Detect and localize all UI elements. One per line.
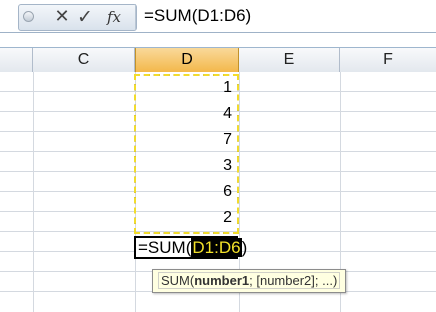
- tooltip-func[interactable]: SUM(: [161, 273, 194, 288]
- formula-bar-buttons: ✕ ✓ fx: [18, 4, 137, 31]
- edit-suffix: ): [241, 238, 248, 257]
- column-header-c[interactable]: C: [33, 48, 135, 72]
- referenced-range-marquee: [134, 74, 239, 234]
- tooltip-rest: ; [number2]; ...): [249, 273, 338, 288]
- select-all-corner[interactable]: [0, 48, 33, 72]
- name-box-toggle-icon[interactable]: [23, 11, 34, 22]
- function-argument-tooltip[interactable]: SUM(number1; [number2]; ...): [152, 269, 347, 293]
- active-cell-editor[interactable]: =SUM(D1:D6): [134, 236, 247, 259]
- edit-prefix: =SUM(: [138, 238, 192, 257]
- formula-bar-separator: [135, 4, 136, 30]
- formula-bar: ✕ ✓ fx =SUM(D1:D6): [0, 0, 436, 33]
- column-header-row: C D E F: [0, 47, 436, 73]
- column-header-e[interactable]: E: [239, 48, 340, 72]
- column-header-d[interactable]: D: [135, 48, 239, 72]
- column-header-f[interactable]: F: [340, 48, 436, 72]
- cancel-icon[interactable]: ✕: [52, 6, 72, 28]
- enter-check-icon[interactable]: ✓: [74, 6, 96, 28]
- column-divider: [33, 72, 34, 312]
- edit-range-ref[interactable]: D1:D6: [191, 238, 242, 257]
- tooltip-arg1: number1: [194, 273, 250, 288]
- formula-input[interactable]: =SUM(D1:D6): [144, 5, 251, 27]
- insert-function-icon[interactable]: fx: [100, 6, 128, 28]
- tooltip-text: SUM(number1; [number2]; ...): [158, 272, 341, 289]
